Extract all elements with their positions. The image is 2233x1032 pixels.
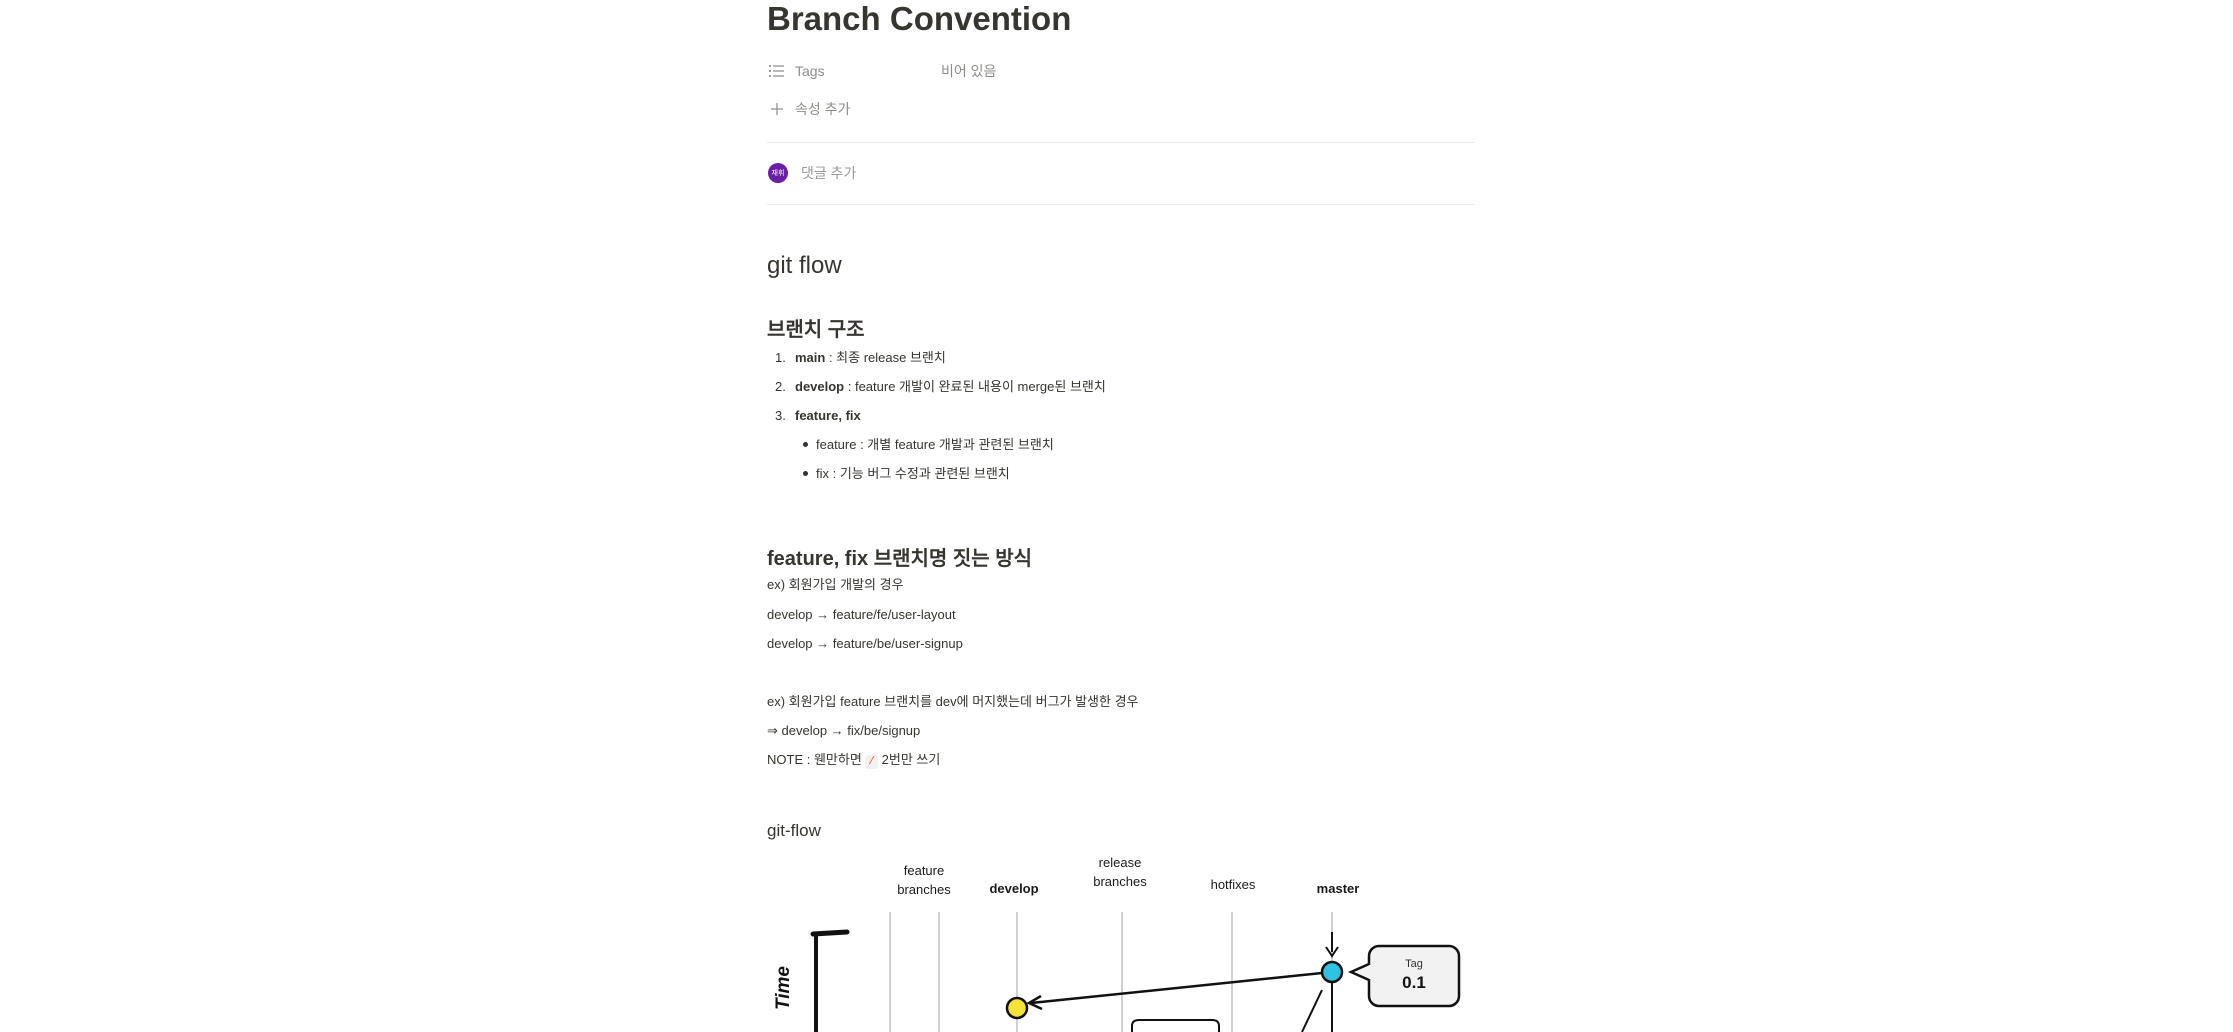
- master-node: [1320, 960, 1344, 984]
- time-axis-icon: [810, 929, 850, 1032]
- add-property-label: 속성 추가: [795, 101, 851, 117]
- plus-icon: [767, 99, 787, 119]
- bullet-icon: [803, 442, 808, 448]
- text-line: develop → feature/fe/user-layout: [767, 607, 956, 622]
- tags-property[interactable]: Tags 비어 있음: [767, 57, 996, 85]
- tags-label: Tags: [795, 63, 825, 79]
- comment-row[interactable]: 재휘 댓글 추가: [768, 163, 856, 183]
- sub-list-item: fix : 기능 버그 수정과 관련된 브랜치: [803, 465, 1010, 483]
- divider: [767, 142, 1474, 143]
- list-item: 1. main : 최종 release 브랜치: [775, 350, 946, 365]
- text-line: ex) 회원가입 개발의 경우: [767, 577, 904, 592]
- tags-value[interactable]: 비어 있음: [941, 61, 996, 81]
- time-label: Time: [773, 966, 794, 1010]
- develop-node: [1005, 996, 1029, 1020]
- heading-branch-naming: feature, fix 브랜치명 짓는 방식: [767, 548, 1033, 570]
- note-line: NOTE : 웬만하면 / 2번만 쓰기: [767, 752, 941, 769]
- list-item: 3. feature, fix: [775, 408, 861, 423]
- heading-branch-structure: 브랜치 구조: [767, 319, 865, 341]
- add-property-button[interactable]: 속성 추가: [767, 95, 850, 123]
- bullet-icon: [803, 471, 808, 477]
- tag-label: Tag: [1405, 958, 1423, 970]
- notion-page: Branch Convention Tags 비어 있음 속성 추가 재휘 댓글…: [0, 0, 2233, 1032]
- page-title[interactable]: Branch Convention: [767, 0, 1071, 38]
- tag-value: 0.1: [1402, 973, 1426, 992]
- git-flow-diagram[interactable]: feature branches develop release branche…: [767, 850, 1474, 1032]
- text-line: ex) 회원가입 feature 브랜치를 dev에 머지했는데 버그가 발생한…: [767, 694, 1139, 709]
- text-line: develop → feature/be/user-signup: [767, 636, 963, 651]
- inline-code: /: [865, 755, 879, 769]
- list-icon: [767, 61, 787, 81]
- heading-git-flow: git flow: [767, 252, 842, 279]
- avatar: 재휘: [768, 163, 788, 183]
- divider: [767, 204, 1474, 205]
- heading-git-flow-diagram: git-flow: [767, 821, 821, 840]
- comment-input[interactable]: 댓글 추가: [801, 163, 856, 183]
- sub-list-item: feature : 개별 feature 개발과 관련된 브랜치: [803, 436, 1054, 454]
- list-item: 2. develop : feature 개발이 완료된 내용이 merge된 브…: [775, 379, 1106, 394]
- git-flow-graphic: Time Tag 0.1: [773, 912, 1461, 1032]
- text-line: ⇒ develop → fix/be/signup: [767, 723, 921, 738]
